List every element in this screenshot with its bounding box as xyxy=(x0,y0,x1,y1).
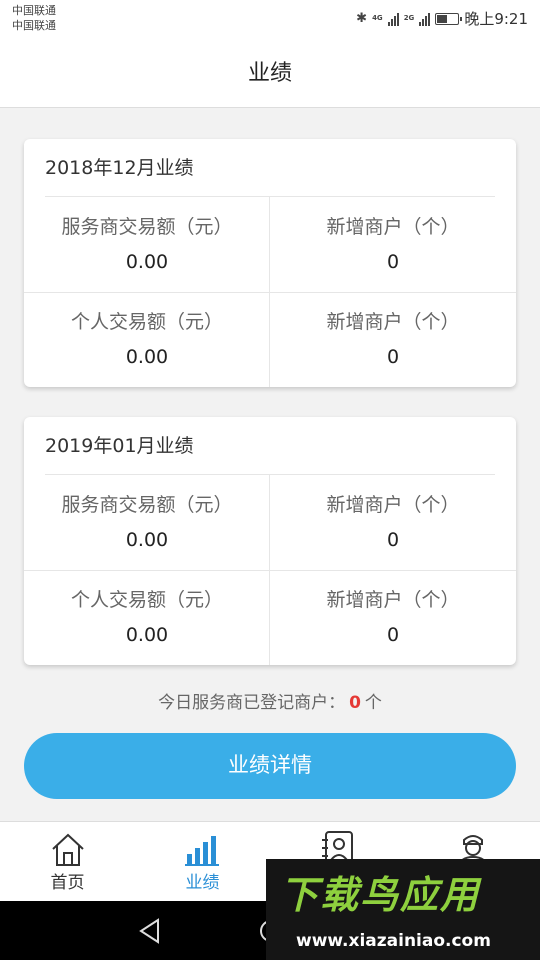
registered-merchants-summary: 今日服务商已登记商户： 0 个 xyxy=(0,688,540,713)
battery-icon xyxy=(435,12,463,25)
stat-new-merchants-personal: 新增商户（个） 0 xyxy=(270,570,516,665)
stat-value: 0 xyxy=(386,624,400,646)
stat-value: 0 xyxy=(386,251,400,273)
carrier-1: 中国联通 xyxy=(12,4,56,17)
stat-label: 个人交易额（元） xyxy=(70,589,223,611)
stat-label: 新增商户（个） xyxy=(326,494,460,516)
status-bar: 中国联通 中国联通 ✱ 4G 2G 晚上9:21 xyxy=(0,0,540,40)
network-type-2: 2G xyxy=(403,14,415,22)
stat-provider-transactions: 服务商交易额（元） 0.00 xyxy=(24,475,270,570)
stat-new-merchants-personal: 新增商户（个） 0 xyxy=(270,292,516,387)
stat-value: 0.00 xyxy=(125,346,169,368)
signal-icon-1 xyxy=(387,12,399,26)
tab-label: 业绩 xyxy=(185,873,220,893)
clock: 晚上9:21 xyxy=(464,10,528,28)
stat-provider-transactions: 服务商交易额（元） 0.00 xyxy=(24,197,270,292)
stats-grid: 服务商交易额（元） 0.00 新增商户（个） 0 个人交易额（元） 0.00 新… xyxy=(24,475,516,665)
stat-label: 服务商交易额（元） xyxy=(61,216,233,238)
performance-card-2018-12: 2018年12月业绩 服务商交易额（元） 0.00 新增商户（个） 0 个人交易… xyxy=(24,139,516,387)
card-title: 2018年12月业绩 xyxy=(45,157,194,179)
summary-suffix: 个 xyxy=(364,693,382,713)
stat-label: 新增商户（个） xyxy=(326,311,460,333)
watermark-overlay: 下载鸟应用 www.xiazainiao.com xyxy=(266,859,540,960)
stat-value: 0 xyxy=(386,529,400,551)
stat-new-merchants: 新增商户（个） 0 xyxy=(270,197,516,292)
performance-card-2019-01: 2019年01月业绩 服务商交易额（元） 0.00 新增商户（个） 0 个人交易… xyxy=(24,417,516,665)
network-type-1: 4G xyxy=(372,14,383,22)
performance-details-button[interactable]: 业绩详情 xyxy=(24,733,516,799)
bluetooth-icon: ✱ xyxy=(356,11,368,26)
stat-label: 新增商户（个） xyxy=(326,216,460,238)
summary-count: 0 xyxy=(349,693,361,713)
card-title: 2019年01月业绩 xyxy=(45,435,194,457)
stat-personal-transactions: 个人交易额（元） 0.00 xyxy=(24,292,270,387)
stat-value: 0 xyxy=(386,346,400,368)
stat-value: 0.00 xyxy=(125,624,169,646)
tab-performance[interactable]: 业绩 xyxy=(135,822,270,902)
stats-grid: 服务商交易额（元） 0.00 新增商户（个） 0 个人交易额（元） 0.00 新… xyxy=(24,197,516,387)
status-icons: ✱ 4G 2G 晚上9:21 xyxy=(356,8,528,29)
carrier-2: 中国联通 xyxy=(12,19,56,32)
stat-personal-transactions: 个人交易额（元） 0.00 xyxy=(24,570,270,665)
stat-label: 个人交易额（元） xyxy=(70,311,223,333)
tab-home[interactable]: 首页 xyxy=(0,822,135,902)
stat-new-merchants: 新增商户（个） 0 xyxy=(270,475,516,570)
page-title: 业绩 xyxy=(0,40,540,108)
signal-icon-2 xyxy=(419,12,431,26)
stat-label: 服务商交易额（元） xyxy=(61,494,233,516)
stat-label: 新增商户（个） xyxy=(326,589,460,611)
bar-chart-icon xyxy=(135,828,270,872)
home-icon xyxy=(0,828,135,872)
watermark-url: www.xiazainiao.com xyxy=(296,931,491,951)
stat-value: 0.00 xyxy=(125,251,169,273)
summary-prefix: 今日服务商已登记商户： xyxy=(158,693,346,713)
watermark-brand: 下载鸟应用 xyxy=(280,873,481,917)
tab-label: 首页 xyxy=(50,873,85,893)
back-icon[interactable] xyxy=(138,918,162,948)
stat-value: 0.00 xyxy=(125,529,169,551)
